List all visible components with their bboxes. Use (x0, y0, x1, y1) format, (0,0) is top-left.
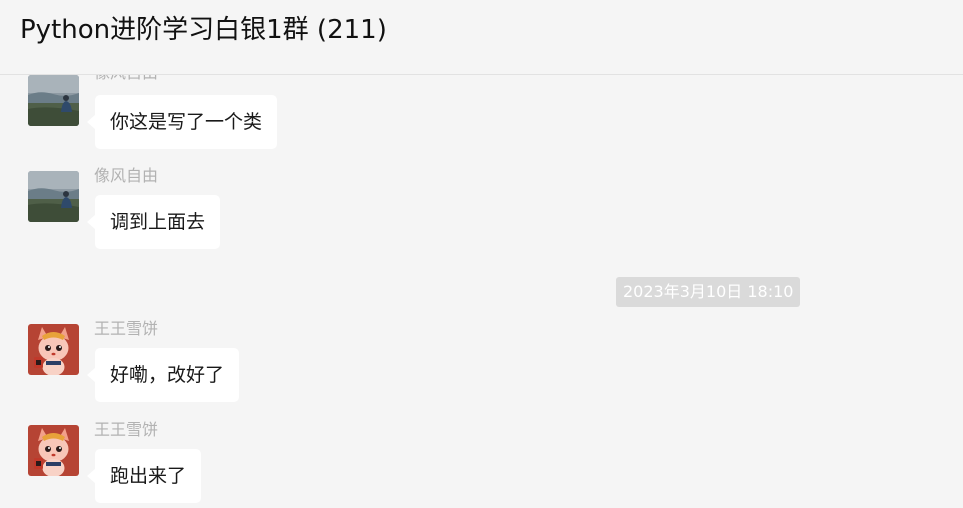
sender-name: 像风自由 (94, 75, 158, 83)
sender-name: 王王雪饼 (94, 420, 159, 439)
cartoon-fox-avatar[interactable] (28, 324, 79, 375)
chat-title: Python进阶学习白银1群 (211) (20, 15, 387, 45)
message-bubble[interactable]: 你这是写了一个类 (86, 95, 278, 149)
timestamp-divider: 2023年3月10日 18:10 (616, 277, 801, 307)
message-bubble[interactable]: 好嘞，改好了 (86, 348, 240, 402)
landscape-avatar[interactable] (28, 75, 79, 126)
chat-header: Python进阶学习白银1群 (211) (0, 0, 963, 75)
message-list[interactable]: 像风自由 你这是写了一个类 像风自由 调到上面去 2023年3月10日 18:1… (0, 75, 963, 508)
landscape-avatar[interactable] (28, 171, 79, 222)
sender-name: 王王雪饼 (94, 319, 159, 338)
message-bubble[interactable]: 跑出来了 (86, 449, 202, 503)
message-bubble[interactable]: 调到上面去 (86, 195, 221, 249)
sender-name: 像风自由 (94, 166, 159, 185)
cartoon-fox-avatar[interactable] (28, 425, 79, 476)
